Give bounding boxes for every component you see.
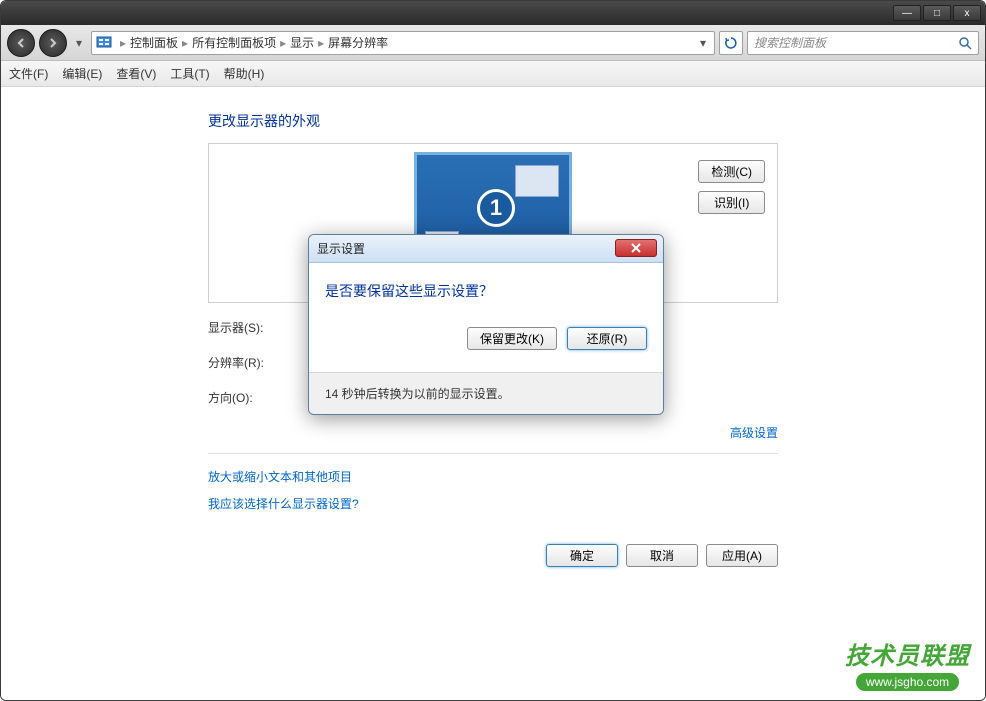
addressbar-row: ▾ ▸ 控制面板 ▸ 所有控制面板项 ▸ 显示 ▸ 屏幕分辨率 ▾ 搜索控制面板 bbox=[1, 25, 985, 61]
monitor-number-badge: 1 bbox=[477, 189, 515, 227]
watermark-name: 技术员联盟 bbox=[845, 636, 970, 671]
dialog-close-button[interactable] bbox=[615, 239, 657, 257]
forward-button[interactable] bbox=[39, 29, 67, 57]
breadcrumb-separator-icon: ▸ bbox=[280, 36, 286, 50]
revert-button[interactable]: 还原(R) bbox=[567, 327, 647, 350]
address-dropdown-icon[interactable]: ▾ bbox=[696, 36, 710, 50]
menu-file[interactable]: 文件(F) bbox=[9, 65, 48, 82]
addressbar[interactable]: ▸ 控制面板 ▸ 所有控制面板项 ▸ 显示 ▸ 屏幕分辨率 ▾ bbox=[91, 31, 715, 55]
breadcrumb-all-items[interactable]: 所有控制面板项 bbox=[192, 34, 276, 51]
search-icon bbox=[958, 36, 972, 50]
breadcrumb-current: 屏幕分辨率 bbox=[328, 34, 388, 51]
advanced-settings-link[interactable]: 高级设置 bbox=[730, 426, 778, 440]
watermark: 技术员联盟 www.jsgho.com bbox=[845, 636, 970, 691]
menu-help[interactable]: 帮助(H) bbox=[224, 65, 265, 82]
maximize-button[interactable]: □ bbox=[923, 5, 951, 21]
scale-text-link[interactable]: 放大或缩小文本和其他项目 bbox=[208, 468, 778, 485]
search-placeholder: 搜索控制面板 bbox=[754, 34, 826, 51]
menu-tools[interactable]: 工具(T) bbox=[170, 65, 209, 82]
page-title: 更改显示器的外观 bbox=[208, 111, 778, 131]
keep-changes-button[interactable]: 保留更改(K) bbox=[467, 327, 557, 350]
search-input[interactable]: 搜索控制面板 bbox=[747, 31, 979, 55]
breadcrumb-root[interactable]: 控制面板 bbox=[130, 34, 178, 51]
window-close-button[interactable]: x bbox=[953, 5, 981, 21]
identify-button[interactable]: 识别(I) bbox=[698, 191, 765, 214]
dialog-message: 是否要保留这些显示设置？ bbox=[325, 281, 647, 301]
label-monitor: 显示器(S): bbox=[208, 319, 308, 336]
dialog-titlebar[interactable]: 显示设置 bbox=[309, 235, 663, 263]
which-settings-link[interactable]: 我应该选择什么显示器设置? bbox=[208, 495, 778, 512]
dialog-title-text: 显示设置 bbox=[317, 240, 365, 257]
display-settings-dialog: 显示设置 是否要保留这些显示设置？ 保留更改(K) 还原(R) 14 秒钟后转换… bbox=[308, 234, 664, 415]
menu-view[interactable]: 查看(V) bbox=[116, 65, 156, 82]
titlebar: — □ x bbox=[1, 1, 985, 25]
control-panel-icon bbox=[96, 35, 112, 51]
menu-edit[interactable]: 编辑(E) bbox=[62, 65, 102, 82]
label-orientation: 方向(O): bbox=[208, 389, 308, 406]
history-dropdown-icon[interactable]: ▾ bbox=[71, 33, 87, 53]
breadcrumb-separator-icon: ▸ bbox=[318, 36, 324, 50]
watermark-url: www.jsgho.com bbox=[856, 673, 959, 691]
apply-button[interactable]: 应用(A) bbox=[706, 544, 778, 567]
dialog-countdown: 14 秒钟后转换为以前的显示设置。 bbox=[309, 372, 663, 414]
minimize-button[interactable]: — bbox=[893, 5, 921, 21]
detect-button[interactable]: 检测(C) bbox=[698, 160, 765, 183]
cancel-button[interactable]: 取消 bbox=[626, 544, 698, 567]
divider bbox=[208, 453, 778, 454]
breadcrumb-separator-icon: ▸ bbox=[120, 36, 126, 50]
back-button[interactable] bbox=[7, 29, 35, 57]
breadcrumb-display[interactable]: 显示 bbox=[290, 34, 314, 51]
ok-button[interactable]: 确定 bbox=[546, 544, 618, 567]
menubar: 文件(F) 编辑(E) 查看(V) 工具(T) 帮助(H) bbox=[1, 61, 985, 87]
refresh-button[interactable] bbox=[719, 31, 743, 55]
label-resolution: 分辨率(R): bbox=[208, 354, 308, 371]
preview-window-icon bbox=[515, 165, 559, 197]
breadcrumb-separator-icon: ▸ bbox=[182, 36, 188, 50]
